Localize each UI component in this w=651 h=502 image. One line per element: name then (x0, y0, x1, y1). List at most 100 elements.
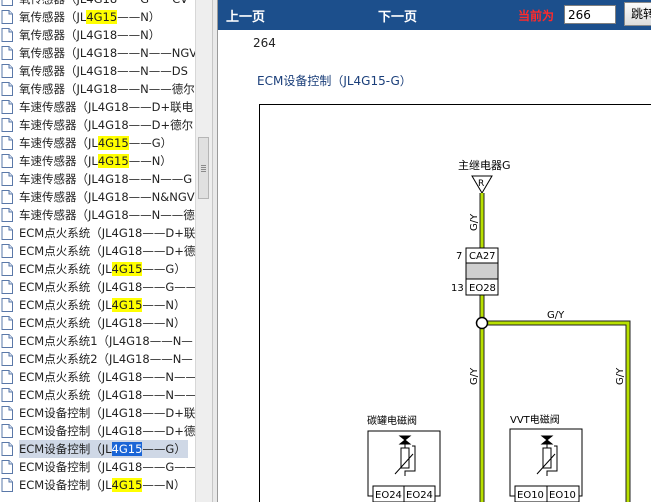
document-list-item[interactable]: 车速传感器（JL4G18——D+联电 (0, 98, 196, 116)
jump-button[interactable]: 跳转 (624, 2, 651, 26)
document-list-label: ECM点火系统（JL4G18——N） (19, 316, 186, 330)
document-icon (1, 172, 13, 186)
document-list-item[interactable]: ECM设备控制（JL4G18——G—— (0, 458, 196, 476)
document-list-item[interactable]: ECM点火系统（JL4G18——N） (0, 314, 196, 332)
prev-page-button[interactable]: 上一页 (226, 6, 265, 25)
scrollbar-thumb[interactable] (198, 137, 209, 199)
search-highlight: 4G15 (97, 136, 129, 150)
document-list-label: ECM点火系统（JL4G18——N—— (19, 388, 196, 402)
document-list-label: ECM点火系统（JL4G18——N—— (19, 370, 196, 384)
document-icon (1, 316, 13, 330)
connector-eo28-pin: 13 (451, 283, 464, 294)
document-list-label: 氧传感器（JL4G15——N） (19, 10, 161, 24)
document-list-item[interactable]: ECM设备控制（JL4G18——D+德 (0, 422, 196, 440)
document-list-item[interactable]: ECM点火系统（JL4G18——G—— (0, 278, 196, 296)
document-list-label: ECM点火系统1（JL4G18——N— (19, 334, 193, 348)
document-list-item[interactable]: 车速传感器（JL4G18——N&NGV (0, 188, 196, 206)
document-icon (1, 478, 13, 492)
document-icon (1, 28, 13, 42)
document-list-item[interactable]: 氧传感器（JL4G18——N） (0, 26, 196, 44)
document-list-item[interactable]: ECM设备控制（JL4G18——D+联 (0, 404, 196, 422)
document-icon (1, 406, 13, 420)
valve1-connector-b: EO24 (406, 490, 433, 501)
search-highlight: 4G15 (97, 154, 129, 168)
search-highlight: 4G15 (111, 262, 143, 276)
valve2-connector-b: EO10 (549, 490, 576, 501)
connector-eo28-name: EO28 (469, 283, 496, 294)
document-list-pane: 氧传感器（JL4G18——G——CV 氧传感器（JL4G15——N） 氧传感器（JL… (0, 0, 212, 502)
document-list-item[interactable]: ECM设备控制（JL4G15——G） (0, 440, 196, 458)
document-icon (1, 280, 13, 294)
document-icon (1, 190, 13, 204)
document-list-item[interactable]: 氧传感器（JL4G18——N——NGV (0, 44, 196, 62)
document-list-label: ECM设备控制（JL4G18——D+德 (19, 424, 196, 438)
document-list-item[interactable]: 氧传感器（JL4G18——G——CV (0, 0, 196, 8)
document-list-label: ECM点火系统（JL4G18——D+德 (19, 244, 196, 258)
document-list-item[interactable]: 车速传感器（JL4G15——G） (0, 134, 196, 152)
document-list-label: ECM点火系统（JL4G15——N） (19, 298, 186, 312)
document-icon (1, 64, 13, 78)
document-list-label: 车速传感器（JL4G18——N——G (19, 172, 193, 186)
document-icon (1, 226, 13, 240)
document-icon (1, 352, 13, 366)
search-highlight: 4G15 (111, 442, 143, 456)
search-highlight: 4G15 (86, 10, 118, 24)
wire-label-3: G/Y (469, 367, 480, 385)
document-icon (1, 370, 13, 384)
connector-ca27-name: CA27 (469, 251, 496, 262)
document-list-label: 氧传感器（JL4G18——N——DS (19, 64, 188, 78)
document-list-item[interactable]: ECM点火系统2（JL4G18——N— (0, 350, 196, 368)
document-list-item[interactable]: ECM点火系统（JL4G18——D+联 (0, 224, 196, 242)
relay-symbol-text: R (478, 179, 484, 189)
page-number-input[interactable] (564, 5, 616, 24)
search-highlight: 4G15 (111, 478, 143, 492)
document-list-item[interactable]: ECM点火系统（JL4G15——G） (0, 260, 196, 278)
connector-ca27-pin: 7 (456, 251, 462, 262)
document-list-label: 氧传感器（JL4G18——N——德尔 (19, 82, 195, 96)
document-list-label: 氧传感器（JL4G18——N） (19, 28, 161, 42)
document-list-item[interactable]: 车速传感器（JL4G18——N——G (0, 170, 196, 188)
junction-point (475, 316, 489, 330)
document-icon (1, 0, 13, 6)
document-list-item[interactable]: 车速传感器（JL4G15——N） (0, 152, 196, 170)
document-list-item[interactable]: ECM点火系统（JL4G18——D+德 (0, 242, 196, 260)
document-icon (1, 136, 13, 150)
diagram-frame (259, 104, 651, 502)
document-list-label: 氧传感器（JL4G18——G——CV (19, 0, 190, 8)
document-list-label: ECM点火系统2（JL4G18——N— (19, 352, 193, 366)
document-list-item[interactable]: 氧传感器（JL4G18——N——德尔 (0, 80, 196, 98)
next-page-button[interactable]: 下一页 (378, 6, 417, 25)
wiring-diagram: 主继电器G R G/Y G/Y G/Y G/Y CA27 7 EO28 13 碳… (259, 104, 651, 502)
document-icon (1, 10, 13, 24)
document-list-item[interactable]: 氧传感器（JL4G18——N——DS (0, 62, 196, 80)
document-list-item[interactable]: 车速传感器（JL4G18——N——德 (0, 206, 196, 224)
document-list-item[interactable]: ECM点火系统（JL4G18——N—— (0, 368, 196, 386)
document-list-label: ECM设备控制（JL4G15——G） (19, 440, 188, 458)
document-list-label: 车速传感器（JL4G15——G） (19, 136, 173, 150)
list-scrollbar[interactable] (195, 0, 212, 502)
document-list-item[interactable]: ECM设备控制（JL4G15——N） (0, 476, 196, 494)
valve2-label: VVT电磁阀 (510, 413, 560, 426)
document-viewer: 上一页 下一页 当前为 跳转 264 ECM设备控制（JL4G15-G） 主继电… (218, 0, 651, 502)
document-list-item[interactable]: 氧传感器（JL4G15——N） (0, 8, 196, 26)
document-list-label: 车速传感器（JL4G18——N——德 (19, 208, 195, 222)
document-list-item[interactable]: ECM点火系统（JL4G18——N—— (0, 386, 196, 404)
document-icon (1, 100, 13, 114)
document-list-item[interactable]: ECM点火系统1（JL4G18——N— (0, 332, 196, 350)
document-icon (1, 208, 13, 222)
document-icon (1, 118, 13, 132)
valve1-connector-a: EO24 (375, 490, 402, 501)
document-list: 氧传感器（JL4G18——G——CV 氧传感器（JL4G15——N） 氧传感器（JL… (0, 0, 196, 494)
document-icon (1, 82, 13, 96)
document-list-label: 车速传感器（JL4G18——D+德尔 (19, 118, 194, 132)
document-list-label: 车速传感器（JL4G18——D+联电 (19, 100, 194, 114)
document-icon (1, 334, 13, 348)
document-list-label: ECM点火系统（JL4G18——D+联 (19, 226, 196, 240)
document-icon (1, 388, 13, 402)
wire-label-2: G/Y (547, 310, 565, 321)
connector-joint (465, 262, 499, 280)
document-list-item[interactable]: 车速传感器（JL4G18——D+德尔 (0, 116, 196, 134)
document-list-item[interactable]: ECM点火系统（JL4G15——N） (0, 296, 196, 314)
document-icon (1, 424, 13, 438)
valve1-label: 碳罐电磁阀 (367, 414, 417, 427)
